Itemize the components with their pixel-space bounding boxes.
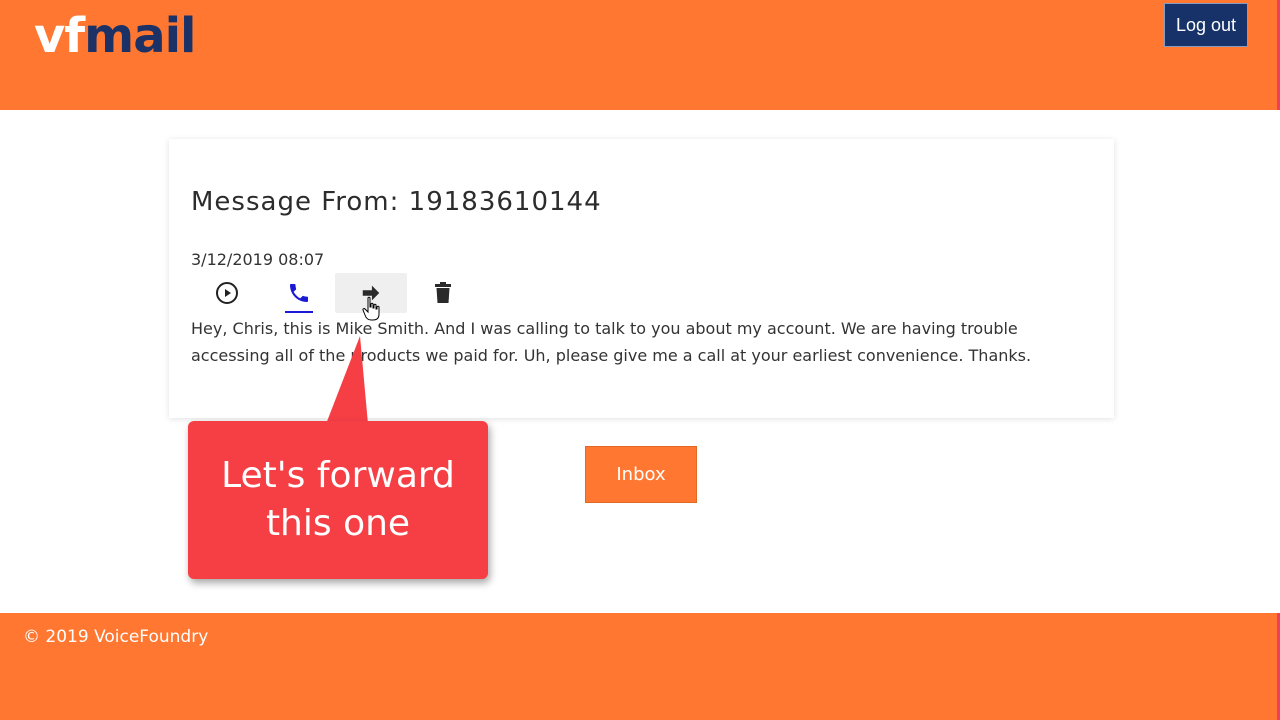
logo-mail: mail — [84, 8, 196, 64]
callout-line-2: this one — [265, 503, 411, 544]
call-back-button[interactable] — [279, 273, 319, 313]
message-date: 3/12/2019 08:07 — [191, 250, 325, 269]
message-card: Message From: 19183610144 3/12/2019 08:0… — [169, 139, 1114, 418]
trash-icon — [435, 282, 451, 303]
message-title: Message From: 19183610144 — [191, 187, 602, 217]
hand-cursor-icon — [362, 296, 380, 321]
tutorial-callout: Let's forward this one — [188, 421, 488, 579]
callout-text: Let's forward this one — [221, 452, 455, 548]
footer-copyright: © 2019 VoiceFoundry — [23, 627, 209, 647]
vfmail-logo[interactable]: vfmail — [34, 6, 196, 66]
inbox-button[interactable]: Inbox — [585, 446, 697, 503]
delete-button[interactable] — [423, 273, 463, 313]
callout-line-1: Let's forward — [221, 455, 455, 496]
call-button-underline — [285, 311, 313, 313]
logo-vf: vf — [34, 8, 85, 64]
logout-button[interactable]: Log out — [1164, 3, 1248, 47]
play-button[interactable] — [207, 273, 247, 313]
play-circle-icon — [216, 282, 238, 304]
message-transcript: Hey, Chris, this is Mike Smith. And I wa… — [191, 319, 1032, 365]
phone-icon — [290, 284, 308, 302]
